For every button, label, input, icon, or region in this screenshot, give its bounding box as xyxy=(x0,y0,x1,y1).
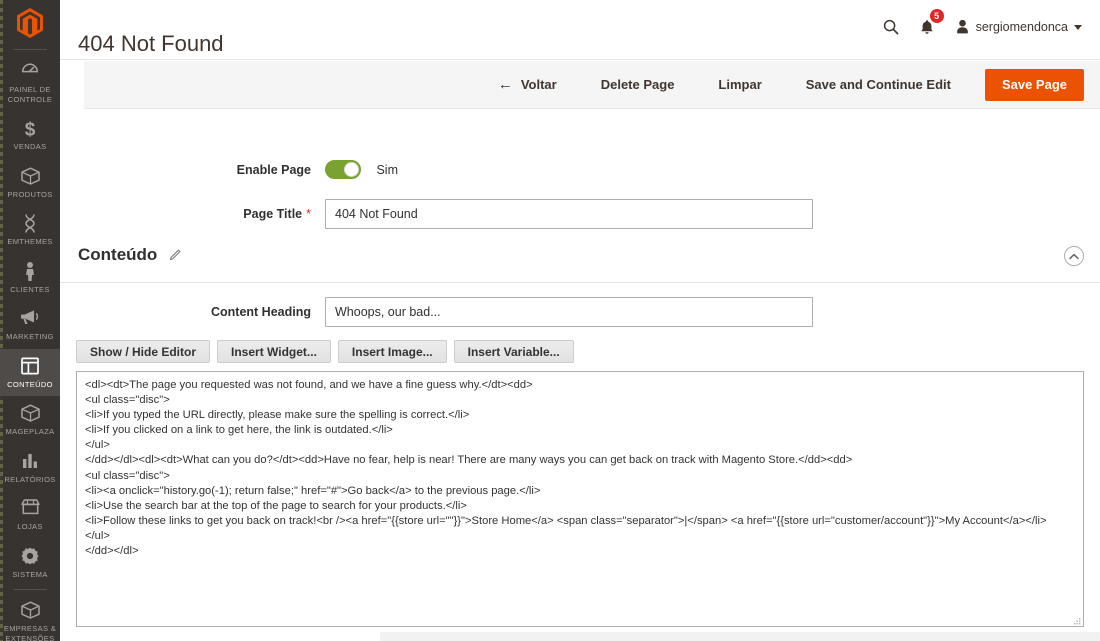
sidebar-item-stores[interactable]: Lojas xyxy=(0,491,60,539)
sidebar-item-mageplaza-label: Mageplaza xyxy=(5,427,55,436)
page-title-label: Page Title * xyxy=(60,207,325,221)
chevron-down-icon xyxy=(1074,24,1082,30)
person-icon xyxy=(2,261,58,282)
arrow-left-icon: ← xyxy=(497,76,513,93)
layout-icon xyxy=(2,356,58,377)
page-bottom-band xyxy=(380,632,1100,641)
gear-icon xyxy=(2,546,58,567)
magento-logo-icon xyxy=(17,8,43,38)
sidebar-item-customers[interactable]: Clientes xyxy=(0,254,60,302)
content-heading-label: Content Heading xyxy=(211,305,311,319)
page-title: 404 Not Found xyxy=(78,30,224,56)
pencil-icon[interactable] xyxy=(168,249,181,262)
storefront-icon xyxy=(2,498,58,519)
magento-logo[interactable] xyxy=(0,2,60,44)
svg-text:$: $ xyxy=(25,120,36,140)
sidebar-item-marketing-label: Marketing xyxy=(6,332,54,341)
sidebar-item-stores-label: Lojas xyxy=(17,522,43,531)
sidebar-item-reports[interactable]: Relatórios xyxy=(0,444,60,492)
page-content: Enable Page Sim Page Title* Conteúdo xyxy=(60,109,1100,641)
page-title-label-text: Page Title xyxy=(243,207,303,221)
show-hide-editor-button[interactable]: Show / Hide Editor xyxy=(76,340,211,363)
sidebar-item-dashboard[interactable]: Painel de Controle xyxy=(0,54,60,111)
pencil-icon-glyph xyxy=(170,249,181,260)
bar-chart-icon xyxy=(2,451,58,472)
required-marker: * xyxy=(306,207,311,221)
sidebar-item-content-label: Conteúdo xyxy=(7,379,53,389)
content-heading-row: Content Heading xyxy=(60,297,1100,327)
enable-page-label: Enable Page xyxy=(236,162,311,177)
admin-page: Painel de Controle $ Vendas Produtos Emtheme… xyxy=(0,0,1100,641)
sidebar-divider xyxy=(13,589,47,590)
page-title-input[interactable] xyxy=(325,199,813,229)
page-title-row: Page Title * xyxy=(60,199,1100,229)
back-button[interactable]: ← Voltar xyxy=(492,69,579,101)
sidebar-item-emthemes-label: Emthemes xyxy=(7,237,53,246)
insert-widget-button[interactable]: Insert Widget... xyxy=(217,340,331,363)
search-button[interactable] xyxy=(873,14,909,40)
page-actions-toolbar: ← Voltar Delete Page Limpar Save and Con… xyxy=(84,61,1100,109)
sidebar-item-content[interactable]: Conteúdo xyxy=(0,348,60,396)
box-icon xyxy=(2,403,58,424)
search-icon xyxy=(883,19,899,35)
sidebar-item-partners-extensions-label: Empresas & Extensões xyxy=(3,624,57,641)
dna-icon xyxy=(2,213,58,234)
sidebar-item-marketing[interactable]: Marketing xyxy=(0,301,60,349)
chevron-up-icon xyxy=(1069,253,1079,259)
sidebar-item-sales-label: Vendas xyxy=(13,142,47,151)
content-section-title: Conteúdo xyxy=(78,245,158,264)
sidebar-item-customers-label: Clientes xyxy=(10,284,50,294)
sidebar-item-dashboard-label: Painel de Controle xyxy=(7,85,53,104)
sidebar-item-system[interactable]: Sistema xyxy=(0,539,60,587)
toggle-knob xyxy=(344,162,359,177)
sidebar-item-reports-label: Relatórios xyxy=(4,474,56,484)
editor-buttons-row: Show / Hide Editor Insert Widget... Insert… xyxy=(76,340,574,363)
notification-count-badge: 5 xyxy=(929,9,944,23)
content-heading-input[interactable] xyxy=(325,297,813,327)
enable-page-toggle-label: Sim xyxy=(376,162,398,177)
enable-page-row: Enable Page Sim xyxy=(60,160,1100,179)
sidebar-item-emthemes[interactable]: Emthemes xyxy=(0,206,60,254)
sidebar-item-products[interactable]: Produtos xyxy=(0,159,60,207)
content-section-header: Conteúdo xyxy=(60,241,1100,283)
save-and-continue-edit-button[interactable]: Save and Continue Edit xyxy=(784,69,973,101)
notifications-button[interactable]: 5 xyxy=(909,9,945,40)
sidebar-item-products-label: Produtos xyxy=(7,189,53,199)
dollar-icon: $ xyxy=(2,118,58,140)
user-menu[interactable]: sergiomendonca xyxy=(945,19,1086,35)
content-section-title-wrap[interactable]: Conteúdo xyxy=(78,245,181,265)
sidebar-item-partners-extensions[interactable]: Empresas & Extensões xyxy=(0,593,60,641)
sidebar-nav-list: Painel de Controle $ Vendas Produtos Emtheme… xyxy=(0,54,60,641)
box-icon xyxy=(2,600,58,621)
delete-page-button[interactable]: Delete Page xyxy=(579,69,697,101)
sidebar-item-mageplaza[interactable]: Mageplaza xyxy=(0,396,60,444)
sidebar-item-sales[interactable]: $ Vendas xyxy=(0,111,60,159)
user-name-label: sergiomendonca xyxy=(975,20,1068,34)
reset-button[interactable]: Limpar xyxy=(696,69,783,101)
megaphone-icon xyxy=(2,308,58,329)
dashboard-icon xyxy=(2,61,58,82)
user-avatar-icon xyxy=(956,19,968,34)
back-button-label: Voltar xyxy=(520,77,557,92)
save-page-button[interactable]: Save Page xyxy=(984,68,1084,101)
page-header: 404 Not Found 5 sergiomendonca xyxy=(60,0,1100,60)
content-editor-textarea[interactable]: <dl><dt>The page you requested was not f… xyxy=(76,371,1084,627)
admin-sidebar: Painel de Controle $ Vendas Produtos Emtheme… xyxy=(0,0,60,641)
header-tools: 5 sergiomendonca xyxy=(873,9,1086,40)
sidebar-divider xyxy=(13,49,47,50)
insert-image-button[interactable]: Insert Image... xyxy=(337,340,447,363)
box-icon xyxy=(2,166,58,187)
collapse-section-button[interactable] xyxy=(1064,246,1084,266)
sidebar-item-system-label: Sistema xyxy=(12,569,48,579)
enable-page-toggle[interactable] xyxy=(325,160,361,179)
insert-variable-button[interactable]: Insert Variable... xyxy=(453,340,574,363)
